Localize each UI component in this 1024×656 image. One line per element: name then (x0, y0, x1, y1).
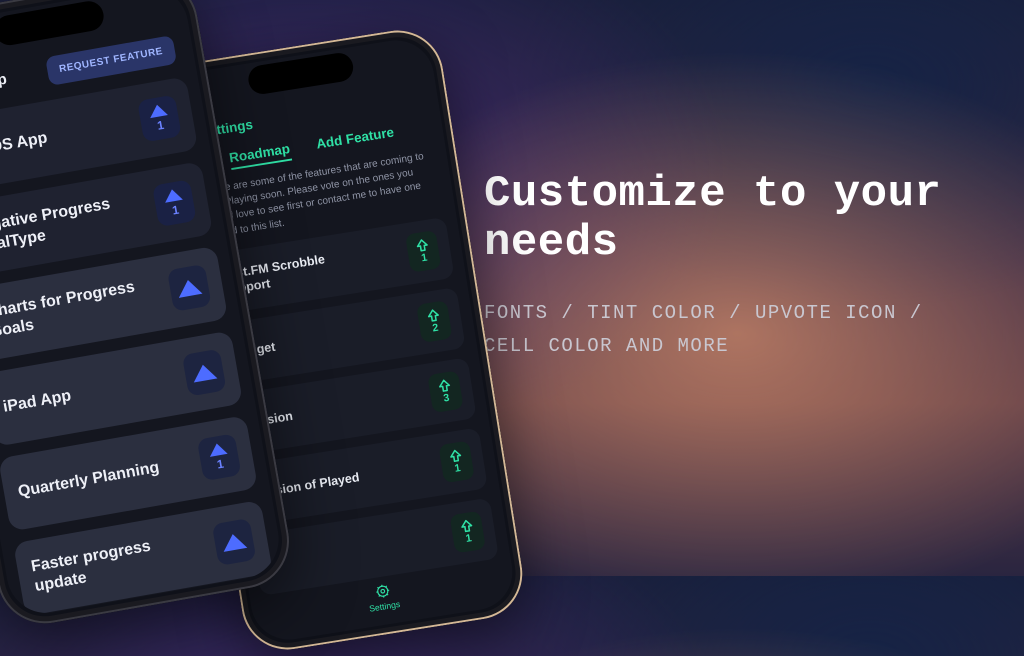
upvote-button[interactable] (182, 349, 227, 397)
upvote-button[interactable]: 2 (416, 300, 452, 343)
upvote-button[interactable]: 1 (405, 230, 441, 273)
request-feature-button[interactable]: Request Feature (45, 35, 177, 86)
arrow-up-icon (415, 237, 430, 252)
feature-title: iPad App (2, 386, 73, 418)
vote-count: 3 (443, 393, 451, 405)
upvote-button[interactable] (167, 264, 212, 312)
feature-title: macOS App (0, 128, 49, 163)
upvote-button[interactable] (212, 518, 257, 566)
arrow-up-icon (437, 378, 452, 393)
triangle-up-icon (221, 532, 247, 552)
upvote-button[interactable]: 1 (137, 95, 182, 143)
feature-title: Negative Progress GoalType (0, 189, 149, 259)
vote-count: 1 (454, 463, 462, 475)
vote-count: 1 (465, 533, 473, 545)
vote-count: 1 (171, 203, 180, 218)
triangle-up-icon (163, 188, 183, 203)
vote-count: 1 (421, 252, 429, 264)
gear-icon (372, 581, 392, 601)
triangle-up-icon (208, 442, 228, 457)
vote-count: 2 (432, 322, 440, 334)
feature-title: Quarterly Planning (17, 458, 161, 503)
page-title: Roadmap (0, 71, 8, 100)
marketing-heading: Customize to your needs (484, 170, 964, 269)
upvote-button[interactable]: 1 (197, 433, 242, 481)
tab-roadmap[interactable]: Roadmap (228, 141, 292, 170)
arrow-up-icon (448, 448, 463, 463)
triangle-up-icon (191, 363, 217, 383)
triangle-up-icon (176, 278, 202, 298)
vote-count: 1 (156, 118, 165, 133)
tab-settings-label: Settings (369, 599, 401, 613)
feature-title: Faster progress update (30, 527, 209, 597)
upvote-button[interactable]: 1 (438, 440, 474, 483)
tab-add-feature[interactable]: Add Feature (315, 124, 396, 156)
feature-title: Charts for Progress Goals (0, 273, 164, 343)
arrow-up-icon (426, 308, 441, 323)
vote-count: 1 (216, 457, 225, 472)
marketing-copy: Customize to your needs Fonts / Tint Col… (484, 170, 964, 363)
arrow-up-icon (459, 518, 474, 533)
triangle-up-icon (148, 103, 168, 118)
upvote-button[interactable]: 3 (427, 370, 463, 413)
marketing-subheading: Fonts / Tint Color / Upvote Icon / Cell … (484, 297, 964, 364)
upvote-button[interactable]: 1 (152, 179, 197, 227)
tab-settings[interactable]: Settings (366, 580, 401, 613)
upvote-button[interactable]: 1 (449, 511, 485, 554)
